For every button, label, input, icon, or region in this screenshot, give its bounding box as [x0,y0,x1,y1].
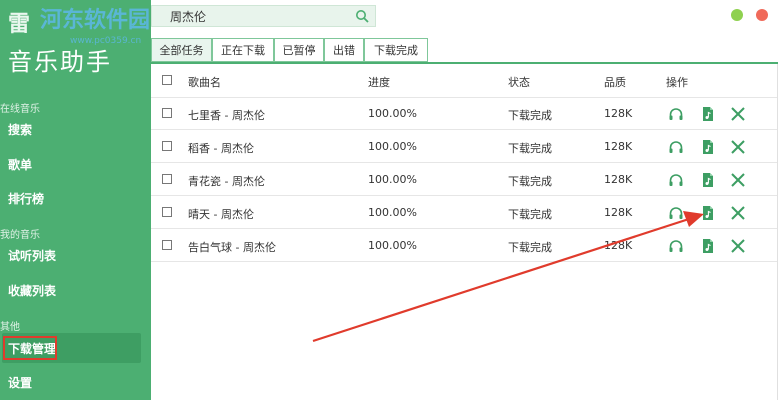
search-input[interactable] [170,8,340,24]
header-quality: 品质 [604,76,626,89]
music-file-icon[interactable] [700,238,716,254]
row-checkbox[interactable] [162,108,172,118]
song-status: 下载完成 [508,241,552,254]
song-name: 青花瓷 - 周杰伦 [188,175,265,188]
sidebar-item-favorites[interactable]: 收藏列表 [8,282,56,299]
row-checkbox[interactable] [162,174,172,184]
music-file-icon[interactable] [700,106,716,122]
headphones-icon[interactable] [668,106,684,122]
header-status: 状态 [508,76,530,89]
song-status: 下载完成 [508,142,552,155]
song-quality: 128K [604,173,633,186]
sidebar-item-playlists[interactable]: 歌单 [8,156,32,173]
section-my-music: 我的音乐 [0,230,40,241]
song-quality: 128K [604,107,633,120]
music-file-icon[interactable] [700,139,716,155]
annotation-highlight-box [3,336,57,360]
tab-completed[interactable]: 下载完成 [364,38,428,62]
close-icon[interactable] [730,238,746,254]
table-row[interactable]: 七里香 - 周杰伦 100.00% 下载完成 128K [151,98,778,130]
song-progress: 100.00% [368,239,417,252]
row-checkbox[interactable] [162,141,172,151]
table-header: 歌曲名 进度 状态 品质 操作 [151,65,778,98]
song-quality: 128K [604,140,633,153]
sidebar: 雷 音乐助手 河东软件园 www.pc0359.cn 在线音乐 搜索 歌单 排行… [0,0,151,400]
song-name: 七里香 - 周杰伦 [188,109,265,122]
headphones-icon[interactable] [668,205,684,221]
minimize-button[interactable] [731,9,743,21]
headphones-icon[interactable] [668,172,684,188]
song-status: 下载完成 [508,109,552,122]
section-online-music: 在线音乐 [0,104,40,115]
row-checkbox[interactable] [162,240,172,250]
song-progress: 100.00% [368,173,417,186]
table-row[interactable]: 青花瓷 - 周杰伦 100.00% 下载完成 128K [151,164,778,196]
tab-error[interactable]: 出错 [324,38,364,62]
select-all-checkbox[interactable] [162,75,172,85]
song-progress: 100.00% [368,140,417,153]
song-status: 下载完成 [508,175,552,188]
song-name: 晴天 - 周杰伦 [188,208,254,221]
song-name: 稻香 - 周杰伦 [188,142,254,155]
close-window-button[interactable] [756,9,768,21]
watermark-url: www.pc0359.cn [70,36,142,46]
table-row[interactable]: 晴天 - 周杰伦 100.00% 下载完成 128K [151,197,778,229]
close-icon[interactable] [730,139,746,155]
sidebar-item-search[interactable]: 搜索 [8,121,32,138]
tab-all-tasks[interactable]: 全部任务 [151,38,212,62]
music-file-icon[interactable] [700,205,716,221]
header-progress: 进度 [368,76,390,89]
logo-mark: 雷 [8,12,31,37]
close-icon[interactable] [730,205,746,221]
sidebar-item-listen-list[interactable]: 试听列表 [8,247,56,264]
sidebar-item-charts[interactable]: 排行榜 [8,190,44,207]
tab-underline [151,62,778,64]
header-song-name: 歌曲名 [188,76,221,89]
music-file-icon[interactable] [700,172,716,188]
song-progress: 100.00% [368,107,417,120]
song-status: 下载完成 [508,208,552,221]
section-other: 其他 [0,322,20,333]
search-bar [151,5,376,27]
song-name: 告白气球 - 周杰伦 [188,241,276,254]
tab-paused[interactable]: 已暂停 [274,38,324,62]
song-progress: 100.00% [368,206,417,219]
headphones-icon[interactable] [668,238,684,254]
tab-downloading[interactable]: 正在下载 [212,38,274,62]
headphones-icon[interactable] [668,139,684,155]
search-icon[interactable] [355,9,369,23]
table-row[interactable]: 稻香 - 周杰伦 100.00% 下载完成 128K [151,131,778,163]
close-icon[interactable] [730,106,746,122]
table-row[interactable]: 告白气球 - 周杰伦 100.00% 下载完成 128K [151,230,778,262]
app-logo-text: 音乐助手 [8,48,112,76]
row-checkbox[interactable] [162,207,172,217]
song-quality: 128K [604,206,633,219]
song-quality: 128K [604,239,633,252]
header-actions: 操作 [666,76,688,89]
watermark-text: 河东软件园 [40,8,151,33]
close-icon[interactable] [730,172,746,188]
sidebar-item-settings[interactable]: 设置 [8,374,32,391]
